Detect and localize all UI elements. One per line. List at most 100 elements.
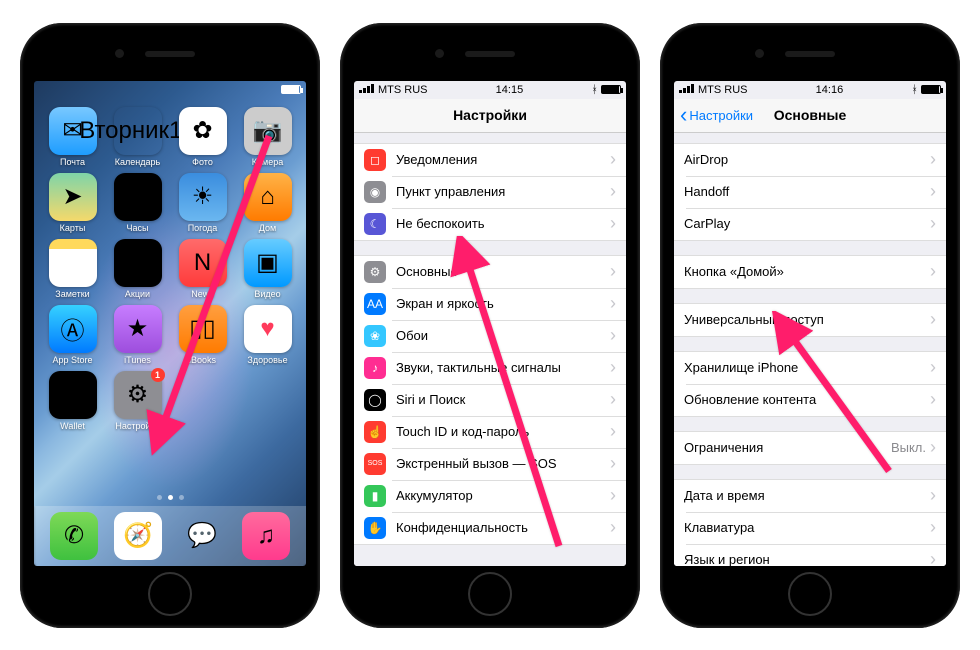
app-weather[interactable]: ☀Погода [172, 173, 233, 233]
general-row-Язык и регион[interactable]: Язык и регион [674, 544, 946, 566]
app-home[interactable]: ⌂ Дом [237, 173, 298, 233]
wallet-icon: ▭ [49, 371, 97, 419]
home-button[interactable] [788, 572, 832, 616]
health-icon: ♥ [244, 305, 292, 353]
app-itunes[interactable]: ★iTunes [107, 305, 168, 365]
dock-phone-icon[interactable]: ✆ [50, 512, 98, 560]
maps-icon: ➤ [49, 173, 97, 221]
signal-icon [679, 84, 695, 96]
general-row-Универсальный доступ[interactable]: Универсальный доступ [674, 304, 946, 336]
app-calendar[interactable]: Вторник10 Календарь [107, 107, 168, 167]
app-camera[interactable]: 📷Камера [237, 107, 298, 167]
dock-music-icon[interactable]: ♫ [242, 512, 290, 560]
settings-row-Конфиденциальность[interactable]: ✋Конфиденциальность [354, 512, 626, 544]
row-label: CarPlay [684, 216, 930, 231]
calendar-icon: Вторник10 [114, 107, 162, 155]
row-icon: ◻ [364, 149, 386, 171]
app-clock[interactable]: ◷Часы [107, 173, 168, 233]
app-label: Погода [188, 223, 218, 233]
general-row-CarPlay[interactable]: CarPlay [674, 208, 946, 240]
settings-row-Пункт управления[interactable]: ◉ Пункт управления [354, 176, 626, 208]
general-row-Обновление контента[interactable]: Обновление контента [674, 384, 946, 416]
row-icon: AA [364, 293, 386, 315]
app-ibooks[interactable]: ▯▯iBooks [172, 305, 233, 365]
bluetooth-icon: ᚼ [911, 84, 918, 96]
row-label: Хранилище iPhone [684, 360, 930, 375]
row-icon: ❀ [364, 325, 386, 347]
status-bar: MTS RUS 14:16 ᚼ [674, 81, 946, 99]
app-videos[interactable]: ▣Видео [237, 239, 298, 299]
app-photos[interactable]: ✿Фото [172, 107, 233, 167]
home-button[interactable] [468, 572, 512, 616]
app-news[interactable]: NNews [172, 239, 233, 299]
settings-row-Не беспокоить[interactable]: ☾ Не беспокоить [354, 208, 626, 240]
home-button[interactable] [148, 572, 192, 616]
app-label: Почта [60, 157, 85, 167]
app-label: Календарь [115, 157, 160, 167]
row-label: Ограничения [684, 440, 891, 455]
app-label: Фото [192, 157, 213, 167]
general-row-Кнопка «Домой»[interactable]: Кнопка «Домой» [674, 256, 946, 288]
general-row-Клавиатура[interactable]: Клавиатура [674, 512, 946, 544]
general-row-Handoff[interactable]: Handoff [674, 176, 946, 208]
clock-label: 14:15 [496, 84, 524, 96]
settings-row-Аккумулятор[interactable]: ▮Аккумулятор [354, 480, 626, 512]
settings-row-Обои[interactable]: ❀Обои [354, 320, 626, 352]
row-label: Пункт управления [396, 184, 610, 199]
home-icon: ⌂ [244, 173, 292, 221]
app-maps[interactable]: ➤ Карты [42, 173, 103, 233]
row-label: Экран и яркость [396, 296, 610, 311]
calendar-weekday: Вторник [79, 117, 169, 145]
row-label: Аккумулятор [396, 488, 610, 503]
app-grid: ✉ПочтаВторник10Календарь✿Фото📷Камера➤Кар… [34, 99, 306, 431]
settings-row-Экстренный вызов — SOS[interactable]: SOSЭкстренный вызов — SOS [354, 448, 626, 480]
stocks-icon: ✦ [114, 239, 162, 287]
row-label: Не беспокоить [396, 216, 610, 231]
settings-row-Основные[interactable]: ⚙Основные [354, 256, 626, 288]
row-icon: ◉ [364, 181, 386, 203]
app-label: Часы [127, 223, 149, 233]
app-health[interactable]: ♥ Здоровье [237, 305, 298, 365]
dock-messages-icon[interactable]: 💬 [178, 512, 226, 560]
app-label: Акции [125, 289, 150, 299]
status-bar: MTS RUS 14:15 ᚼ [354, 81, 626, 99]
row-icon: ✋ [364, 517, 386, 539]
general-row-Хранилище iPhone[interactable]: Хранилище iPhone [674, 352, 946, 384]
row-label: Звуки, тактильные сигналы [396, 360, 610, 375]
app-wallet[interactable]: ▭Wallet [42, 371, 103, 431]
app-label: Здоровье [247, 355, 287, 365]
speaker [785, 51, 835, 57]
page-dots [34, 495, 306, 500]
app-label: Карты [60, 223, 86, 233]
news-icon: N [179, 239, 227, 287]
app-label: Камера [252, 157, 283, 167]
settings-row-Звуки, тактильные сигналы[interactable]: ♪Звуки, тактильные сигналы [354, 352, 626, 384]
row-label: Уведомления [396, 152, 610, 167]
app-settings[interactable]: ⚙1Настройки [107, 371, 168, 431]
app-label: Дом [259, 223, 276, 233]
app-appstore[interactable]: ⒶApp Store [42, 305, 103, 365]
row-label: Touch ID и код-пароль [396, 424, 610, 439]
front-camera [115, 49, 124, 58]
app-notes[interactable]: Заметки [42, 239, 103, 299]
general-screen: MTS RUS 14:16 ᚼ Настройки Основные AirDr… [674, 81, 946, 566]
dock-safari-icon[interactable]: 🧭 [114, 512, 162, 560]
settings-row-Уведомления[interactable]: ◻ Уведомления [354, 144, 626, 176]
appstore-icon: Ⓐ [49, 305, 97, 353]
settings-row-Экран и яркость[interactable]: AA Экран и яркость [354, 288, 626, 320]
settings-icon: ⚙1 [114, 371, 162, 419]
general-row-AirDrop[interactable]: AirDrop [674, 144, 946, 176]
general-row-Дата и время[interactable]: Дата и время [674, 480, 946, 512]
nav-back-button[interactable]: Настройки [680, 108, 753, 123]
general-row-Ограничения[interactable]: ОграниченияВыкл. [674, 432, 946, 464]
settings-row-Siri и Поиск[interactable]: ◯Siri и Поиск [354, 384, 626, 416]
app-stocks[interactable]: ✦ Акции [107, 239, 168, 299]
row-label: Язык и регион [684, 552, 930, 566]
speaker [145, 51, 195, 57]
nav-bar: Настройки [354, 99, 626, 133]
carrier-label: MTS RUS [698, 84, 748, 96]
row-icon: ☾ [364, 213, 386, 235]
ibooks-icon: ▯▯ [179, 305, 227, 353]
settings-row-Touch ID и код-пароль[interactable]: ☝Touch ID и код-пароль [354, 416, 626, 448]
bluetooth-icon: ᚼ [591, 84, 598, 96]
